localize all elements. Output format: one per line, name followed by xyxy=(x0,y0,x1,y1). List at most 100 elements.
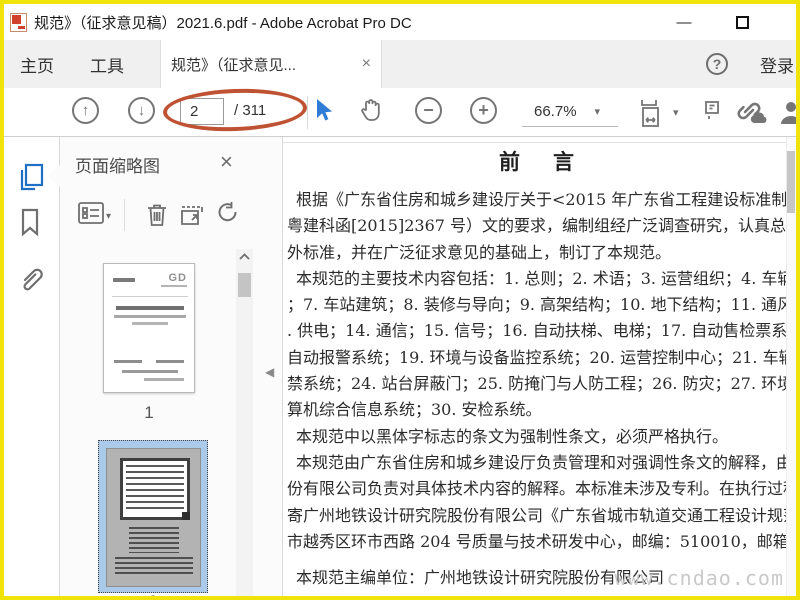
document-line: 禁系统；24. 站台屏蔽门；25. 防掩门与人防工程；26. 防灾；27. 环境… xyxy=(287,374,796,394)
acrobat-app-icon xyxy=(10,12,27,32)
crop-pages-button[interactable] xyxy=(179,201,209,229)
collapse-panel-icon[interactable]: ◀ xyxy=(265,365,274,379)
next-page-button[interactable]: ↓ xyxy=(128,97,155,124)
thumb1-gd-logo: GD xyxy=(168,272,187,284)
fit-width-chevron-icon[interactable]: ▾ xyxy=(673,106,679,119)
down-arrow-icon: ↓ xyxy=(137,102,146,119)
rotate-icon xyxy=(218,202,237,222)
minimize-icon: — xyxy=(676,13,692,31)
chevron-down-icon: ▾ xyxy=(594,106,601,118)
toolbar-separator xyxy=(307,96,308,129)
previous-page-button[interactable]: ↑ xyxy=(72,97,99,124)
page-thumbnails-rail-button[interactable] xyxy=(17,162,47,192)
document-scrollbar-thumb[interactable] xyxy=(787,151,795,213)
delete-pages-button[interactable] xyxy=(144,201,170,229)
hand-tool-button[interactable] xyxy=(358,97,384,125)
panel-toolbar-separator xyxy=(124,199,125,231)
zoom-out-button[interactable]: − xyxy=(415,97,442,124)
plus-icon: + xyxy=(478,100,489,120)
window-title: 规范》（征求意见稿）2021.6.pdf - Adobe Acrobat Pro… xyxy=(34,14,412,32)
document-line: 根据《广东省住房和城乡建设厅关于<2015 年广东省工程建设标准制订和修订计划>… xyxy=(296,190,796,209)
up-arrow-icon: ↑ xyxy=(81,102,90,119)
panel-title: 页面缩略图 xyxy=(75,157,160,176)
note-icon xyxy=(705,101,719,119)
tab-home[interactable]: 主页 xyxy=(12,40,62,88)
document-line: . 供电；14. 通信；15. 信号；16. 自动扶梯、电梯；17. 自动售检票… xyxy=(287,321,796,341)
thumbnail-page-1[interactable]: GD xyxy=(103,263,195,393)
login-button[interactable]: 登录 xyxy=(760,52,794,77)
document-heading: 前 言 xyxy=(499,149,580,174)
tab-close-icon[interactable]: × xyxy=(362,55,371,73)
tab-document[interactable]: 规范》（征求意见... × xyxy=(160,40,382,88)
help-button[interactable]: ? xyxy=(706,53,728,75)
zoom-level-value: 66.7% xyxy=(534,103,577,120)
zoom-level-dropdown[interactable]: 66.7% ▾ xyxy=(522,97,618,127)
watermark: www.cndao.com xyxy=(614,566,784,590)
document-line: 本规范由广东省住房和城乡建设厅负责管理和对强调性条文的解释，由广州地铁设计研 xyxy=(296,452,796,472)
rotate-page-button[interactable] xyxy=(215,201,239,229)
share-link-button[interactable] xyxy=(733,99,767,125)
selection-tool-button[interactable] xyxy=(314,98,334,124)
minimize-button[interactable]: — xyxy=(664,4,704,40)
content-area: 页面缩略图 × ▾ GD 1 ◀ 前 言 根据《广东省住房和城乡建设厅关于<20… xyxy=(4,137,796,596)
bookmark-icon xyxy=(21,208,39,237)
pages-icon xyxy=(20,163,44,191)
document-scrollbar[interactable] xyxy=(786,137,796,596)
document-line: 粤建科函[2015]2367 号）文的要求，编制组经广泛调查研究，认真总结实践经… xyxy=(287,216,796,236)
panel-scrollbar-thumb[interactable] xyxy=(238,273,251,297)
document-line: 份有限公司负责对具体技术内容的解释。本标准未涉及专利。在执行过程中，如有意见或 xyxy=(287,479,796,499)
options-list-icon xyxy=(78,202,104,224)
bookmarks-rail-button[interactable] xyxy=(17,207,43,237)
thumb1-header-bar xyxy=(113,278,135,282)
trash-icon xyxy=(148,204,166,226)
thumbnail-page-2-selected[interactable] xyxy=(98,440,208,593)
account-button[interactable] xyxy=(779,100,796,126)
scroll-up-icon[interactable] xyxy=(239,253,250,260)
toolbar: ↑ ↓ 2 / 311 − + 66.7% ▾ ▾ xyxy=(4,86,796,137)
document-text: 根据《广东省住房和城乡建设厅关于<2015 年广东省工程建设标准制订和修订计划>… xyxy=(287,187,796,591)
options-chevron-icon[interactable]: ▾ xyxy=(106,211,111,222)
person-icon xyxy=(781,102,796,124)
thumb2-view-rectangle[interactable] xyxy=(120,458,190,520)
link-cloud-icon xyxy=(737,102,767,123)
document-view[interactable]: 前 言 根据《广东省住房和城乡建设厅关于<2015 年广东省工程建设标准制订和修… xyxy=(283,137,796,596)
thumbnail-2-label: 2 xyxy=(98,592,208,596)
title-bar: 规范》（征求意见稿）2021.6.pdf - Adobe Acrobat Pro… xyxy=(4,4,796,40)
document-line: ；7. 车站建筑；8. 装修与导向；9. 高架结构；10. 地下结构；11. 通… xyxy=(287,295,796,315)
paperclip-icon xyxy=(23,268,43,291)
tab-tools[interactable]: 工具 xyxy=(82,40,132,88)
document-line: 外标准，并在广泛征求意见的基础上，制订了本规范。 xyxy=(287,242,672,262)
maximize-icon xyxy=(735,15,749,29)
tab-document-label: 规范》（征求意见... xyxy=(171,56,297,74)
panel-close-button[interactable]: × xyxy=(220,149,233,175)
zoom-in-button[interactable]: + xyxy=(470,97,497,124)
thumbnails-panel: 页面缩略图 × ▾ GD 1 ◀ xyxy=(60,137,283,596)
active-panel-notch xyxy=(48,165,60,187)
fit-width-icon xyxy=(641,100,659,127)
panel-scrollbar[interactable] xyxy=(236,249,253,596)
thumbnail-1-label: 1 xyxy=(144,403,154,422)
page-total-label: / 311 xyxy=(234,102,267,119)
help-icon: ? xyxy=(712,56,722,72)
notes-panel-button[interactable] xyxy=(704,100,720,120)
maximize-button[interactable] xyxy=(722,4,762,40)
thumbnail-options-button[interactable] xyxy=(77,201,105,225)
minus-icon: − xyxy=(423,100,434,120)
page-top-edge xyxy=(283,142,796,143)
attachments-rail-button[interactable] xyxy=(17,265,47,297)
hand-icon xyxy=(361,99,380,121)
panel-toolbar: ▾ xyxy=(60,197,282,235)
navigation-rail xyxy=(4,137,60,596)
acrobat-window: 规范》（征求意见稿）2021.6.pdf - Adobe Acrobat Pro… xyxy=(0,0,800,600)
page-number-input[interactable]: 2 xyxy=(180,98,224,125)
view-rectangle-handle[interactable] xyxy=(182,512,190,520)
document-line: 本规范的主要技术内容包括：1. 总则；2. 术语；3. 运营组织；4. 车辆、限… xyxy=(296,268,796,288)
document-line: 自动报警系统；19. 环境与设备监控系统；20. 运营控制中心；21. 车辆基地… xyxy=(287,347,796,367)
tab-bar: 主页 工具 规范》（征求意见... × ? 登录 xyxy=(4,40,796,88)
fit-width-button[interactable] xyxy=(638,97,668,129)
thumb2-page xyxy=(106,448,201,587)
document-line: 寄广州地铁设计研究院股份有限公司《广东省城市轨道交通工程设计规范》管理组（地址 xyxy=(287,505,796,525)
document-line: 本规范中以黑体字标志的条文为强制性条文，必须严格执行。 xyxy=(296,426,729,446)
cursor-arrow-icon xyxy=(317,99,332,121)
crop-icon xyxy=(181,206,203,225)
